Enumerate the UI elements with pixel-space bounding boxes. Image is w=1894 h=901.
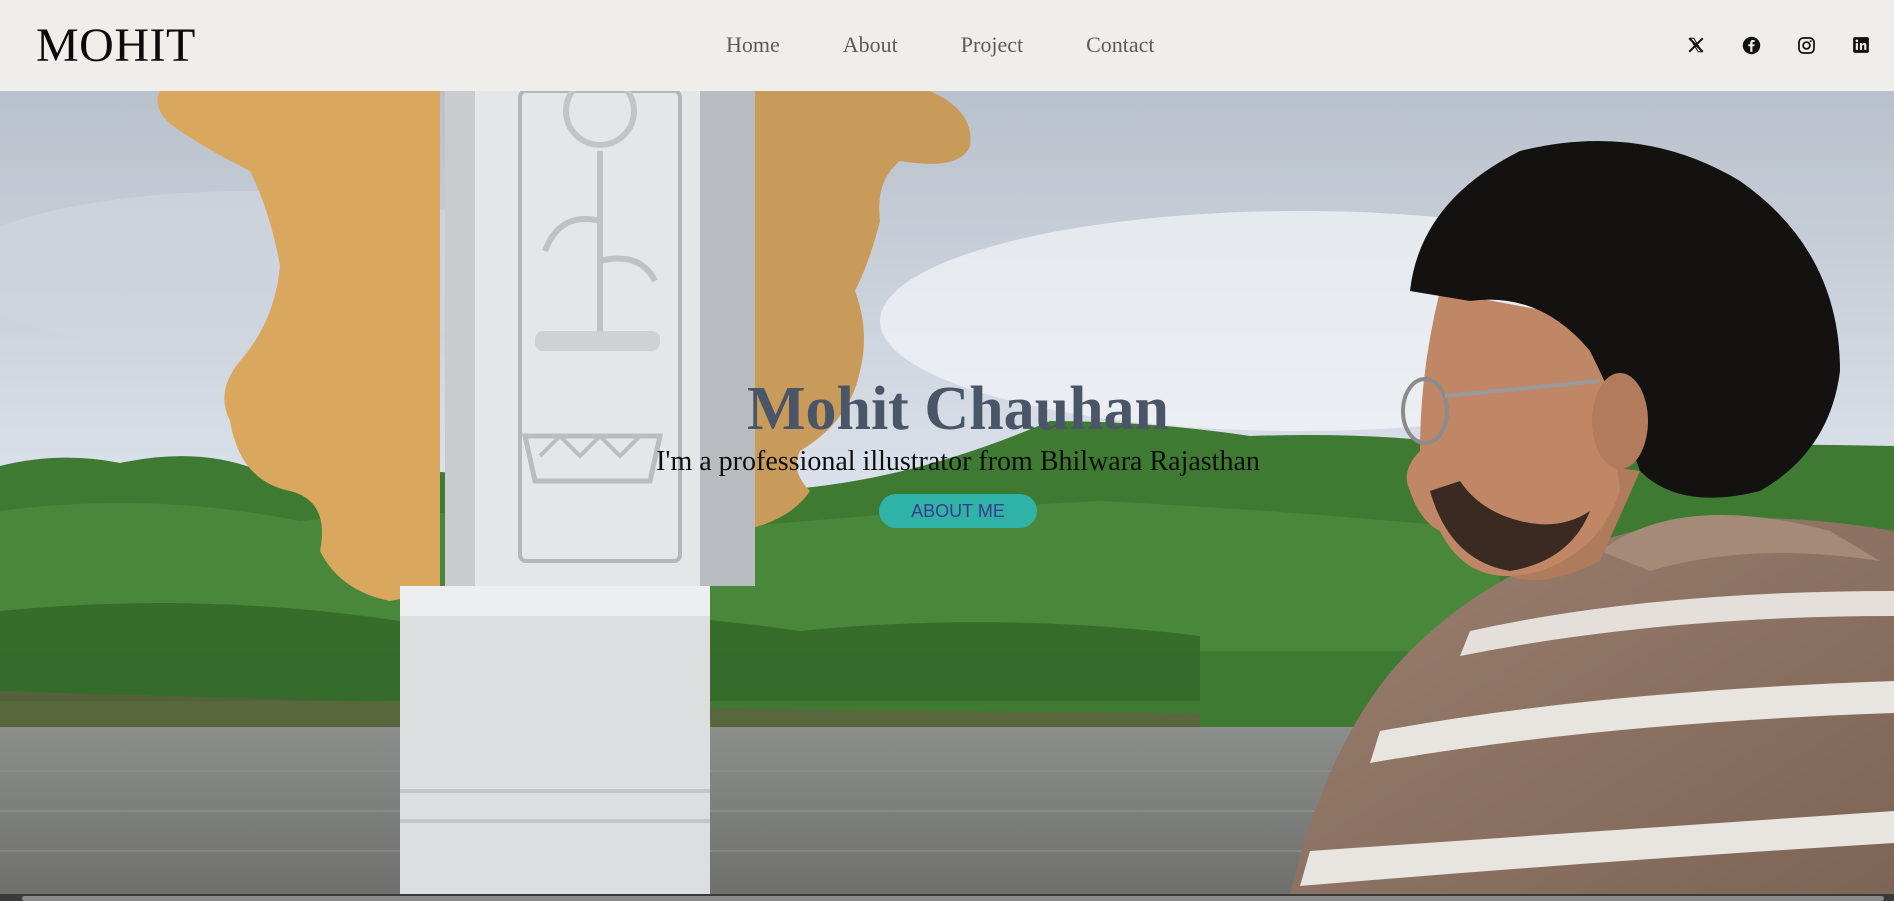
nav-project-link[interactable]: Project [961, 30, 1023, 60]
scrollbar-thumb[interactable] [22, 896, 1884, 901]
facebook-icon[interactable] [1740, 34, 1762, 56]
nav-about-link[interactable]: About [843, 30, 898, 60]
horizontal-scrollbar[interactable] [0, 894, 1894, 901]
nav-links: Home About Project Contact [726, 30, 1155, 60]
social-links [1652, 34, 1894, 56]
hero-section: Mohit Chauhan I'm a professional illustr… [0, 91, 1894, 894]
navbar: MOHIT Home About Project Contact [0, 0, 1894, 91]
instagram-icon[interactable] [1795, 34, 1817, 56]
nav-home-link[interactable]: Home [726, 30, 780, 60]
linkedin-icon[interactable] [1850, 34, 1872, 56]
nav-contact-link[interactable]: Contact [1086, 30, 1154, 60]
hero-name: Mohit Chauhan [746, 375, 1170, 443]
x-icon[interactable] [1685, 34, 1707, 56]
hero-tagline: I'm a professional illustrator from Bhil… [656, 446, 1260, 477]
site-logo[interactable]: MOHIT [36, 18, 196, 74]
hero-content: Mohit Chauhan I'm a professional illustr… [0, 374, 1894, 528]
about-me-button[interactable]: ABOUT ME [879, 494, 1037, 528]
